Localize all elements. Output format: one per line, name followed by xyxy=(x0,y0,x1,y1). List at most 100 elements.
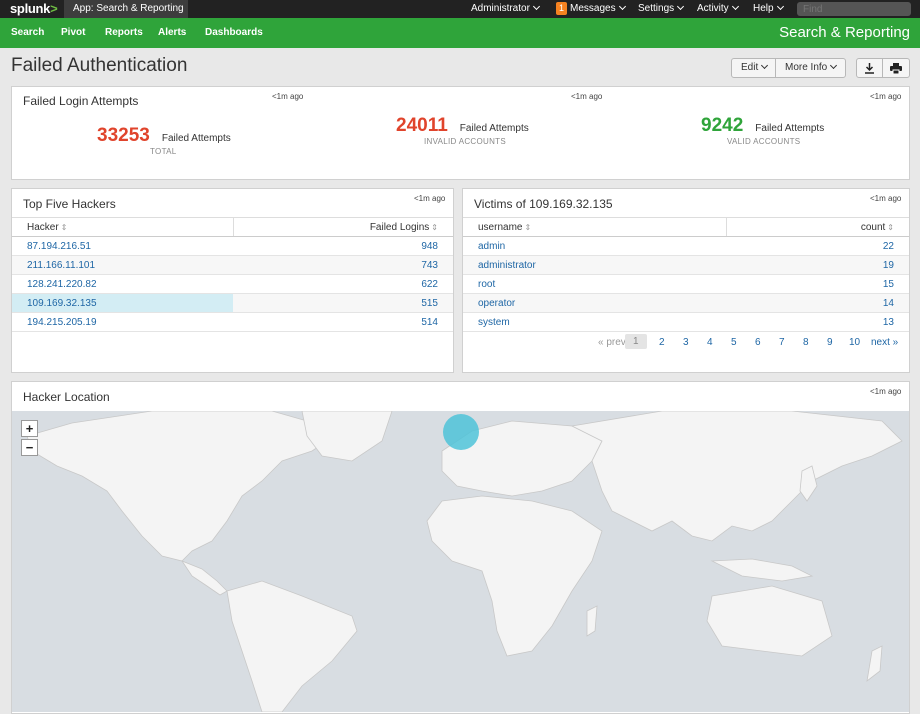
failed-logins-cell[interactable]: 515 xyxy=(233,293,453,313)
failed-logins-cell[interactable]: 622 xyxy=(233,274,453,294)
table-row[interactable]: 128.241.220.82 622 xyxy=(12,274,453,294)
table-row[interactable]: system 13 xyxy=(463,312,909,332)
landmass-greenland xyxy=(301,411,393,462)
more-info-label: More Info xyxy=(785,62,828,73)
table-row[interactable]: admin 22 xyxy=(463,236,909,256)
table-row[interactable]: administrator 19 xyxy=(463,255,909,275)
logo-text: splunk xyxy=(10,1,51,16)
nav-search[interactable]: Search xyxy=(11,18,44,48)
landmass-africa xyxy=(426,495,603,657)
top-hackers-panel: Top Five Hackers <1m ago Hacker ⇕ Failed … xyxy=(11,188,454,373)
failed-logins-cell[interactable]: 514 xyxy=(233,312,453,332)
hacker-ip-cell[interactable]: 87.194.216.51 xyxy=(12,236,233,256)
valid-label: VALID ACCOUNTS xyxy=(727,137,801,146)
refresh-time: <1m ago xyxy=(272,92,304,101)
failed-logins-cell[interactable]: 948 xyxy=(233,236,453,256)
edit-button[interactable]: Edit xyxy=(731,58,776,78)
username-cell[interactable]: root xyxy=(463,274,726,294)
zoom-out-button[interactable]: − xyxy=(21,439,38,456)
help-menu[interactable]: Help xyxy=(753,0,784,18)
landmass-south-america xyxy=(226,580,358,712)
landmass-central-america xyxy=(180,560,228,596)
hacker-ip-cell[interactable]: 211.166.11.101 xyxy=(12,255,233,275)
landmass-madagascar xyxy=(586,605,598,637)
table-row[interactable]: 87.194.216.51 948 xyxy=(12,236,453,256)
sort-icon: ⇕ xyxy=(60,222,68,232)
panel-title: Victims of 109.169.32.135 xyxy=(474,197,613,211)
find-input[interactable] xyxy=(797,2,911,16)
total-value: 33253 xyxy=(97,125,150,146)
pager-page[interactable]: 8 xyxy=(803,337,809,348)
column-header-hacker[interactable]: Hacker ⇕ xyxy=(12,217,234,237)
chevron-down-icon xyxy=(532,2,540,11)
pager-page[interactable]: 7 xyxy=(779,337,785,348)
panel-title: Failed Login Attempts xyxy=(23,94,139,108)
username-cell[interactable]: operator xyxy=(463,293,726,313)
nav-dashboards[interactable]: Dashboards xyxy=(205,18,263,48)
column-header-username[interactable]: username ⇕ xyxy=(463,217,727,237)
username-cell[interactable]: administrator xyxy=(463,255,726,275)
messages-count-badge: 1 xyxy=(556,2,567,15)
table-row-selected[interactable]: 109.169.32.135 515 xyxy=(12,293,453,313)
more-info-button[interactable]: More Info xyxy=(775,58,846,78)
count-cell[interactable]: 19 xyxy=(726,255,909,275)
hacker-location-marker[interactable] xyxy=(443,414,479,450)
splunk-logo[interactable]: splunk> xyxy=(10,1,58,16)
hacker-ip-cell[interactable]: 194.215.205.19 xyxy=(12,312,233,332)
nav-reports[interactable]: Reports xyxy=(105,18,143,48)
hackers-table: Hacker ⇕ Failed Logins ⇕ 87.194.216.51 948 … xyxy=(12,217,453,332)
user-menu[interactable]: Administrator xyxy=(471,0,540,18)
table-row[interactable]: root 15 xyxy=(463,274,909,294)
pager-prev[interactable]: « prev xyxy=(598,337,626,348)
activity-label: Activity xyxy=(697,3,729,14)
landmass-indonesia xyxy=(710,558,814,582)
count-cell[interactable]: 15 xyxy=(726,274,909,294)
chevron-down-icon xyxy=(731,2,739,11)
username-cell[interactable]: system xyxy=(463,312,726,332)
user-menu-label: Administrator xyxy=(471,3,530,14)
count-cell[interactable]: 22 xyxy=(726,236,909,256)
messages-label: Messages xyxy=(570,3,616,14)
column-header-count[interactable]: count ⇕ xyxy=(726,217,909,237)
pager-page[interactable]: 4 xyxy=(707,337,713,348)
activity-menu[interactable]: Activity xyxy=(697,0,739,18)
username-cell[interactable]: admin xyxy=(463,236,726,256)
pager-page-current[interactable]: 1 xyxy=(625,334,647,349)
nav-alerts[interactable]: Alerts xyxy=(158,18,186,48)
top-bar: splunk> App: Search & Reporting Administ… xyxy=(0,0,920,29)
pager-page[interactable]: 10 xyxy=(849,337,860,348)
pager-page[interactable]: 3 xyxy=(683,337,689,348)
table-row[interactable]: 194.215.205.19 514 xyxy=(12,312,453,332)
messages-menu[interactable]: 1 Messages xyxy=(556,0,626,18)
settings-menu[interactable]: Settings xyxy=(638,0,685,18)
export-button[interactable] xyxy=(856,58,883,78)
pager-page[interactable]: 9 xyxy=(827,337,833,348)
chevron-down-icon xyxy=(776,2,784,11)
hacker-ip-cell[interactable]: 109.169.32.135 xyxy=(12,293,233,313)
column-header-failed-logins[interactable]: Failed Logins ⇕ xyxy=(233,217,453,237)
pager-page[interactable]: 6 xyxy=(755,337,761,348)
victims-panel: Victims of 109.169.32.135 <1m ago userna… xyxy=(462,188,910,373)
pager-next[interactable]: next » xyxy=(871,337,898,348)
hacker-ip-cell[interactable]: 128.241.220.82 xyxy=(12,274,233,294)
total-unit: Failed Attempts xyxy=(161,133,231,144)
app-menu-label: App: Search & Reporting xyxy=(73,3,184,14)
pager-page[interactable]: 2 xyxy=(659,337,665,348)
single-value-valid: 9242 Failed Attempts VALID ACCOUNTS xyxy=(701,115,825,146)
valid-unit: Failed Attempts xyxy=(755,123,825,134)
landmass-new-zealand xyxy=(866,645,883,682)
nav-pivot[interactable]: Pivot xyxy=(61,18,85,48)
count-cell[interactable]: 14 xyxy=(726,293,909,313)
table-row[interactable]: operator 14 xyxy=(463,293,909,313)
world-map[interactable]: + − xyxy=(12,411,909,712)
sort-icon: ⇕ xyxy=(431,222,438,232)
zoom-in-button[interactable]: + xyxy=(21,420,38,437)
help-label: Help xyxy=(753,3,774,14)
print-button[interactable] xyxy=(882,58,910,78)
app-bar: Search Pivot Reports Alerts Dashboards S… xyxy=(0,18,920,48)
table-row[interactable]: 211.166.11.101 743 xyxy=(12,255,453,275)
failed-logins-cell[interactable]: 743 xyxy=(233,255,453,275)
count-cell[interactable]: 13 xyxy=(726,312,909,332)
app-menu[interactable]: App: Search & Reporting xyxy=(64,0,188,29)
pager-page[interactable]: 5 xyxy=(731,337,737,348)
